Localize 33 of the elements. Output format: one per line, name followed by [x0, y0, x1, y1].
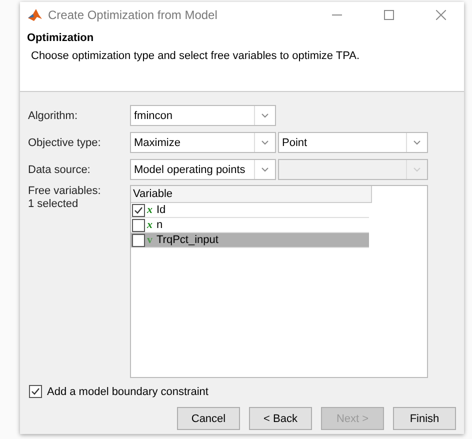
- app-logo-icon: [28, 9, 42, 21]
- variable-symbol: v: [147, 234, 152, 246]
- table-row[interactable]: v TrqPct_input: [131, 233, 369, 248]
- variable-symbol: x: [147, 219, 152, 231]
- field-label: Free variables:: [28, 185, 102, 198]
- window-title: Create Optimization from Model: [48, 8, 218, 22]
- field-label: Data source:: [28, 164, 92, 176]
- checkbox[interactable]: [29, 385, 42, 398]
- checkbox[interactable]: [132, 204, 145, 216]
- section-description: Choose optimization type and select free variables to optimize TPA.: [30, 50, 361, 62]
- table-cell: n: [156, 219, 163, 231]
- checkbox[interactable]: [132, 218, 145, 232]
- dropdown[interactable]: fmincon: [130, 105, 276, 126]
- table-row[interactable]: x Id: [131, 203, 369, 218]
- checkbox[interactable]: [132, 234, 145, 246]
- section-title: Optimization: [27, 32, 95, 44]
- table-cell: TrqPct_input: [156, 234, 218, 246]
- dialog-button[interactable]: < Back: [249, 407, 312, 430]
- dropdown[interactable]: Maximize: [130, 132, 276, 153]
- selection-count: 1 selected: [28, 198, 80, 211]
- table-row[interactable]: x n: [131, 218, 369, 233]
- close-icon[interactable]: [436, 10, 446, 20]
- column-header: Variable: [131, 186, 372, 203]
- field-label: Objective type:: [28, 136, 102, 148]
- dropdown[interactable]: Model operating points: [130, 159, 276, 180]
- variable-symbol: x: [147, 204, 152, 216]
- maximize-icon[interactable]: [384, 10, 394, 20]
- dialog-button[interactable]: Finish: [393, 407, 456, 430]
- dialog-button[interactable]: Cancel: [177, 407, 240, 430]
- field-label: Algorithm:: [28, 110, 79, 122]
- checkbox-label: Add a model boundary constraint: [47, 386, 208, 398]
- table-cell: Id: [156, 204, 166, 216]
- dropdown[interactable]: Point: [278, 132, 428, 153]
